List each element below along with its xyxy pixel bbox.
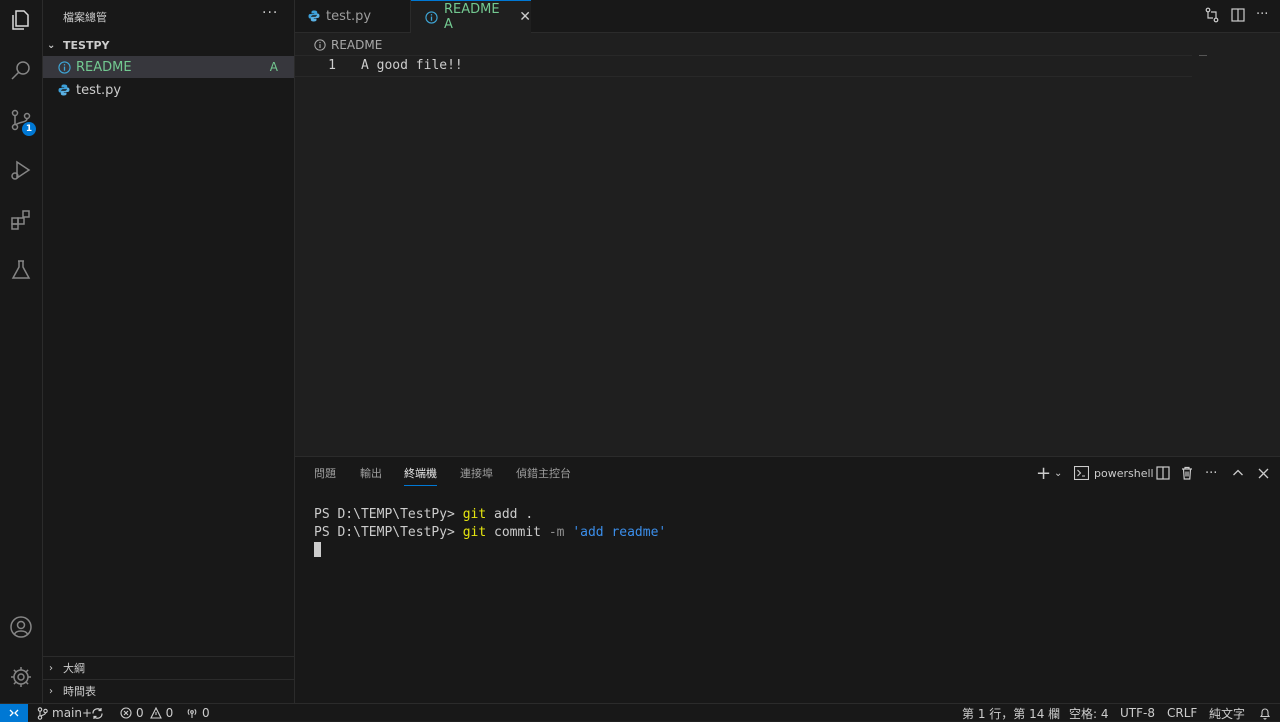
branch-status[interactable]: main+ <box>37 705 92 721</box>
file-row-test-py[interactable]: test.py <box>43 79 294 101</box>
language-mode[interactable]: 純文字 <box>1209 705 1245 721</box>
python-icon <box>57 83 71 97</box>
bell-icon[interactable] <box>1259 705 1271 721</box>
maximize-panel-icon[interactable] <box>1232 463 1244 483</box>
chevron-right-icon: › <box>49 662 53 674</box>
ports-status[interactable]: 0 <box>186 705 210 721</box>
editor-tab-bar: test.py README A ✕ ··· <box>295 0 1280 33</box>
tab-test-py[interactable]: test.py <box>295 0 411 32</box>
cursor-position[interactable]: 第 1 行，第 14 欄 <box>962 705 1060 721</box>
trash-icon[interactable] <box>1180 463 1194 483</box>
git-status-badge: A <box>269 60 278 74</box>
error-icon <box>120 707 132 719</box>
terminal-line: PS D:\TEMP\TestPy> git add . <box>314 507 533 522</box>
antenna-icon <box>186 707 198 719</box>
outline-section[interactable]: › 大綱 <box>43 656 294 679</box>
info-icon <box>57 60 71 74</box>
folder-name: TESTPY <box>63 38 110 52</box>
minimap-slice <box>1199 55 1207 56</box>
account-icon[interactable] <box>0 607 42 647</box>
editor-actions: ··· <box>1204 7 1268 27</box>
remote-indicator[interactable] <box>0 704 28 722</box>
file-label: README <box>76 59 132 75</box>
more-actions-icon[interactable]: ··· <box>1205 463 1217 483</box>
tab-label: test.py <box>326 8 372 24</box>
more-actions-icon[interactable]: ··· <box>1256 7 1268 27</box>
panel-tab-terminal[interactable]: 終端機 <box>404 465 437 486</box>
status-bar: main+ 0 0 0 第 1 行，第 14 欄 空格: 4 UTF-8 CRL… <box>0 703 1280 722</box>
shell-label: powershell <box>1094 466 1154 480</box>
chevron-down-icon[interactable]: ⌄ <box>1054 463 1062 483</box>
tab-label: README A <box>444 2 500 32</box>
warning-icon <box>149 707 162 719</box>
editor-current-line[interactable]: 1 A good file!! <box>295 55 1192 77</box>
new-terminal-icon[interactable]: + <box>1036 463 1051 484</box>
panel-tab-output[interactable]: 輸出 <box>360 465 382 485</box>
file-row-readme[interactable]: README A <box>43 56 294 78</box>
code-text: A good file!! <box>361 58 463 73</box>
extensions-icon[interactable] <box>0 200 42 240</box>
breadcrumb-label: README <box>331 38 383 52</box>
activity-bar: 1 <box>0 0 43 703</box>
close-icon[interactable]: ✕ <box>519 9 531 25</box>
terminal-string: 'add readme' <box>572 525 667 540</box>
folder-header[interactable]: ⌄ TESTPY <box>47 36 294 54</box>
info-icon <box>425 10 438 24</box>
settings-gear-icon[interactable] <box>0 657 42 697</box>
terminal-icon <box>1074 466 1089 480</box>
terminal-line: PS D:\TEMP\TestPy> git commit -m 'add re… <box>314 525 666 540</box>
scm-badge: 1 <box>22 122 36 136</box>
compare-changes-icon[interactable] <box>1204 7 1220 27</box>
run-debug-icon[interactable] <box>0 150 42 190</box>
python-icon <box>308 10 320 22</box>
panel-tab-ports[interactable]: 連接埠 <box>460 465 493 485</box>
line-number: 1 <box>328 58 336 73</box>
timeline-section[interactable]: › 時間表 <box>43 679 294 702</box>
close-panel-icon[interactable] <box>1258 463 1269 483</box>
terminal-prompt: PS D:\TEMP\TestPy> <box>314 507 463 522</box>
explorer-more-actions[interactable]: ··· <box>262 5 278 21</box>
explorer-title: 檔案總管 <box>63 11 107 24</box>
line-ending[interactable]: CRLF <box>1167 705 1197 721</box>
tab-readme[interactable]: README A ✕ <box>411 0 531 33</box>
breadcrumb[interactable]: README <box>295 34 382 56</box>
explorer-sidebar: 檔案總管 ··· ⌄ TESTPY README A test.py › 大綱 … <box>43 0 295 703</box>
terminal-prompt: PS D:\TEMP\TestPy> <box>314 525 463 540</box>
sync-icon[interactable] <box>91 705 104 721</box>
branch-name: main+ <box>52 706 93 720</box>
problems-status[interactable]: 0 0 <box>120 705 173 721</box>
file-label: test.py <box>76 82 122 98</box>
outline-label: 大綱 <box>63 662 85 675</box>
split-editor-icon[interactable] <box>1230 7 1246 27</box>
terminal-flag: -m <box>548 525 565 540</box>
encoding[interactable]: UTF-8 <box>1120 705 1155 721</box>
timeline-label: 時間表 <box>63 685 96 698</box>
bottom-panel: 問題 輸出 終端機 連接埠 偵錯主控台 + ⌄ powershell ··· P… <box>295 456 1280 704</box>
panel-tab-problems[interactable]: 問題 <box>314 465 336 485</box>
terminal-cursor <box>314 542 321 557</box>
chevron-right-icon: › <box>49 685 53 697</box>
terminal-command: git <box>462 507 487 522</box>
panel-tab-debug-console[interactable]: 偵錯主控台 <box>516 465 571 485</box>
split-terminal-icon[interactable] <box>1156 463 1170 483</box>
info-icon <box>314 39 326 51</box>
ports-count: 0 <box>202 706 210 720</box>
explorer-icon[interactable] <box>0 0 42 40</box>
testing-icon[interactable] <box>0 250 42 290</box>
source-control-icon[interactable] <box>0 100 42 140</box>
terminal-args: commit <box>486 525 549 540</box>
terminal-args: add . <box>486 507 534 522</box>
chevron-down-icon: ⌄ <box>47 39 56 51</box>
git-branch-icon <box>37 706 48 720</box>
search-icon[interactable] <box>0 50 42 90</box>
error-count: 0 <box>136 706 144 720</box>
terminal-shell-selector[interactable]: powershell <box>1074 463 1154 483</box>
warning-count: 0 <box>165 706 174 720</box>
terminal-command: git <box>462 525 487 540</box>
indentation[interactable]: 空格: 4 <box>1069 705 1109 721</box>
